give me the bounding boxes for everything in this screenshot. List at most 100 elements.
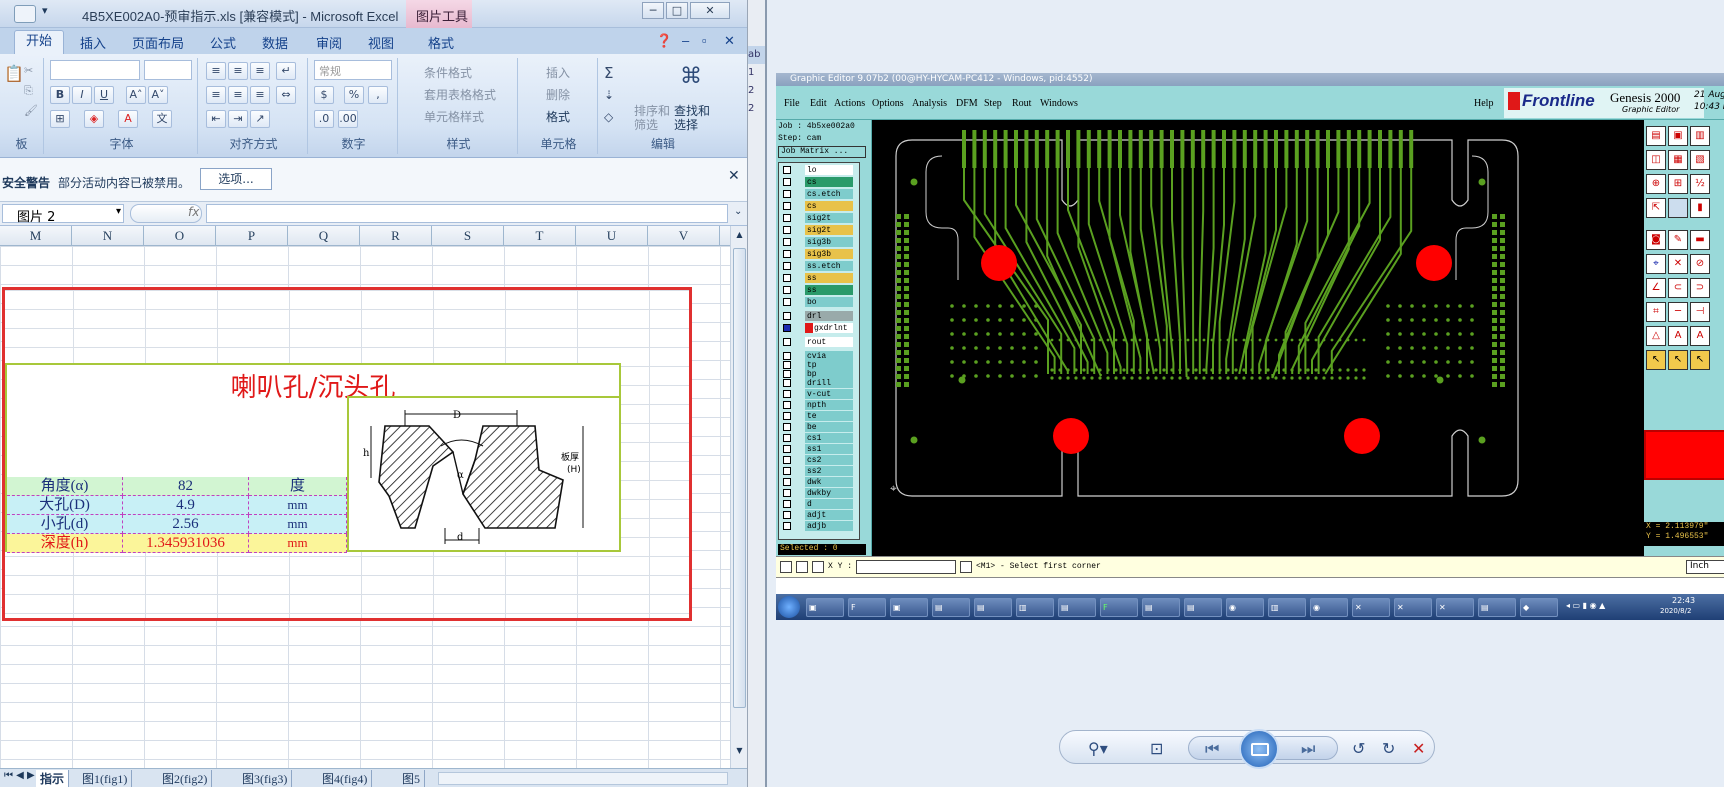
tool-button[interactable]: ↖ (1646, 350, 1666, 370)
command-line[interactable] (776, 577, 1724, 595)
security-options-button[interactable]: 选项... (200, 168, 272, 190)
insert-function-icon[interactable]: fx (188, 205, 199, 219)
align-left-button[interactable]: ≡ (206, 86, 226, 104)
layer-row[interactable]: sig2t (783, 225, 853, 236)
layer-row[interactable]: adjt (783, 510, 853, 521)
shrink-font-button[interactable]: A˅ (148, 86, 168, 104)
tool-button[interactable]: ⊘ (1690, 254, 1710, 274)
slideshow-button[interactable] (1239, 729, 1279, 769)
layer-row[interactable]: ss (783, 273, 853, 284)
taskbar-item[interactable]: ▥ (1016, 598, 1054, 617)
autosum-icon[interactable]: Σ (604, 64, 613, 82)
tool-button[interactable]: ✎ (1668, 230, 1688, 250)
maximize-button[interactable]: □ (666, 2, 688, 19)
layer-row[interactable]: dwkby (783, 488, 853, 499)
next-icon[interactable]: ⏭ (1301, 739, 1315, 759)
ribbon-restore-icon[interactable]: ▫ (702, 33, 707, 48)
tool-button[interactable]: ▣ (1668, 126, 1688, 146)
layer-row[interactable]: drill (783, 378, 853, 389)
actual-size-icon[interactable]: ⊡ (1150, 739, 1163, 758)
tool-button[interactable]: ⌗ (1646, 302, 1666, 322)
previous-icon[interactable]: ⏮ (1205, 739, 1219, 759)
taskbar-item[interactable]: ◆ (1520, 598, 1558, 617)
menu-options[interactable]: Options (872, 98, 904, 109)
job-matrix-button[interactable]: Job Matrix ... (778, 146, 866, 158)
layer-row[interactable]: npth (783, 400, 853, 411)
font-color-button[interactable]: A (118, 110, 138, 128)
layer-row[interactable]: te (783, 411, 853, 422)
comma-button[interactable]: , (368, 86, 388, 104)
layer-row[interactable]: cs (783, 201, 853, 212)
embedded-picture[interactable]: 喇叭孔/沉头孔 角度(α) 82 度 大孔(D) 4.9 mm 小孔(d) 2.… (2, 287, 692, 621)
formula-expand-icon[interactable]: ⌄ (734, 206, 742, 217)
formula-input[interactable] (206, 204, 728, 223)
conditional-formatting-button[interactable]: 条件格式 (424, 64, 472, 81)
tool-button[interactable]: ▦ (1668, 150, 1688, 170)
sheet-tab[interactable]: 图4(fig4) (318, 770, 373, 787)
tool-button[interactable]: ▬ (1690, 230, 1710, 250)
layer-row[interactable]: be (783, 422, 853, 433)
tool-button[interactable] (1668, 198, 1688, 218)
taskbar-item[interactable]: F (1100, 598, 1138, 617)
start-button[interactable] (778, 596, 800, 618)
wrap-text-button[interactable]: ↵ (276, 62, 296, 80)
layer-row[interactable]: lo (783, 165, 853, 176)
status-tool-icon[interactable] (780, 561, 792, 573)
scroll-thumb[interactable] (733, 248, 746, 708)
column-header[interactable]: S (432, 226, 504, 246)
layer-row[interactable]: sig2t (783, 213, 853, 224)
layer-row[interactable]: d (783, 499, 853, 510)
italic-button[interactable]: I (72, 86, 92, 104)
picture-tools-tab[interactable]: 图片工具 (406, 0, 472, 28)
taskbar-item[interactable]: ✕ (1394, 598, 1432, 617)
vertical-scrollbar[interactable]: ▲ ▼ (730, 226, 747, 770)
close-button[interactable]: ✕ (690, 2, 730, 19)
security-close-icon[interactable]: ✕ (728, 168, 740, 184)
tool-button[interactable]: ◙ (1646, 230, 1666, 250)
horizontal-scrollbar[interactable] (438, 772, 728, 785)
borders-button[interactable]: ⊞ (50, 110, 70, 128)
status-tool-icon[interactable] (796, 561, 808, 573)
paste-icon[interactable]: 📋 (4, 64, 24, 83)
clear-icon[interactable]: ◇ (604, 110, 613, 124)
xy-input[interactable] (856, 560, 956, 574)
ribbon-minimize-icon[interactable]: – (682, 33, 689, 48)
layer-row[interactable]: gxdrlnt (783, 323, 853, 334)
phonetic-button[interactable]: 文 (152, 110, 172, 128)
units-button[interactable]: Inch (1686, 560, 1724, 574)
tool-button[interactable]: ⌖ (1646, 254, 1666, 274)
tool-button[interactable]: ½ (1690, 174, 1710, 194)
layer-row[interactable]: v-cut (783, 389, 853, 400)
menu-dfm[interactable]: DFM (956, 98, 978, 109)
menu-windows[interactable]: Windows (1040, 98, 1078, 109)
column-header[interactable]: P (216, 226, 288, 246)
layer-row[interactable]: dwk (783, 477, 853, 488)
ribbon-close-icon[interactable]: ✕ (724, 33, 735, 49)
decrease-decimal-button[interactable]: .00 (338, 110, 358, 128)
save-icon[interactable] (14, 5, 36, 23)
zoom-icon[interactable]: ⚲▾ (1088, 739, 1108, 758)
column-header[interactable]: N (72, 226, 144, 246)
tool-button[interactable]: ▧ (1690, 150, 1710, 170)
layer-row[interactable]: bo (783, 297, 853, 308)
scroll-down-icon[interactable]: ▼ (733, 746, 746, 760)
layer-row[interactable]: ss (783, 285, 853, 296)
tool-button[interactable]: ✕ (1668, 254, 1688, 274)
tab-view[interactable]: 视图 (368, 33, 394, 52)
find-select-button[interactable]: 查找和 选择 (674, 104, 710, 132)
taskbar-item[interactable]: ▥ (1268, 598, 1306, 617)
tab-data[interactable]: 数据 (262, 33, 288, 52)
help-icon[interactable]: ❓ (656, 33, 672, 49)
format-cells-button[interactable]: 格式 (546, 108, 570, 125)
column-header[interactable]: T (504, 226, 576, 246)
sheet-tab[interactable]: 图3(fig3) (238, 770, 293, 787)
column-header[interactable]: Q (288, 226, 360, 246)
tool-button[interactable]: A (1668, 326, 1688, 346)
tray-icons[interactable]: ◂ ▭ ▮ ◉ ▲ (1566, 601, 1605, 610)
tool-button[interactable]: ∠ (1646, 278, 1666, 298)
minimize-button[interactable]: ─ (642, 2, 664, 19)
tool-button[interactable]: ⊃ (1690, 278, 1710, 298)
menu-rout[interactable]: Rout (1012, 98, 1031, 109)
increase-decimal-button[interactable]: .0 (314, 110, 334, 128)
taskbar-item[interactable]: ✕ (1352, 598, 1390, 617)
